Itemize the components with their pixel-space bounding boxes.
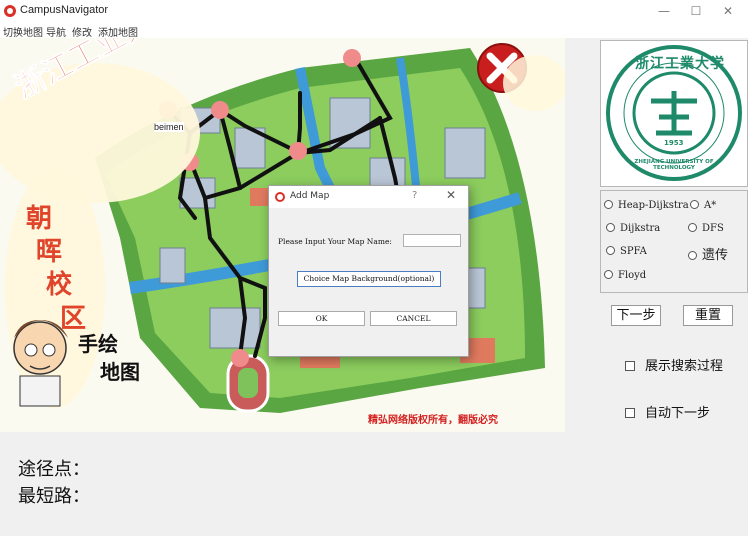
- radio-spfa[interactable]: SPFA: [606, 246, 647, 257]
- dialog-title: Add Map: [290, 191, 330, 201]
- map-name-prompt: Please Input Your Map Name:: [278, 237, 392, 246]
- choose-background-button[interactable]: Choice Map Background(optional): [297, 271, 441, 287]
- maximize-button[interactable]: ☐: [680, 0, 712, 23]
- cancel-button[interactable]: CANCEL: [370, 311, 457, 326]
- menu-navigate[interactable]: 导航: [46, 24, 66, 39]
- campus-char-2: 晖: [36, 237, 63, 267]
- window-title: CampusNavigator: [20, 4, 109, 16]
- radio-dot[interactable]: [606, 246, 615, 255]
- menu-bar: 切换地图 导航 修改 添加地图: [0, 23, 748, 39]
- logo-top-text: 浙江工業大学: [635, 56, 725, 72]
- radio-genetic[interactable]: 遗传: [688, 244, 728, 263]
- radio-dot[interactable]: [688, 223, 697, 232]
- main-window: CampusNavigator — ☐ ✕ 切换地图 导航 修改 添加地图 朝 …: [0, 0, 748, 536]
- radio-dot[interactable]: [690, 200, 699, 209]
- campus-char-3: 校: [46, 270, 73, 300]
- ok-button[interactable]: OK: [278, 311, 365, 326]
- menu-switch-map[interactable]: 切换地图: [3, 24, 43, 39]
- menu-add-map[interactable]: 添加地图: [98, 24, 138, 39]
- add-map-dialog: Add Map ? ✕ Please Input Your Map Name: …: [268, 185, 469, 357]
- map-name-input[interactable]: [403, 234, 461, 247]
- reset-button[interactable]: 重置: [683, 305, 733, 326]
- radio-dijkstra[interactable]: Dijkstra: [606, 223, 660, 234]
- radio-dot[interactable]: [688, 251, 697, 260]
- dialog-close-button[interactable]: ✕: [446, 188, 456, 202]
- logo-year: 1953: [664, 139, 684, 147]
- dialog-title-bar: Add Map ? ✕: [269, 186, 468, 208]
- result-panel: 途径点： 最短路：: [0, 432, 748, 536]
- radio-a-star[interactable]: A*: [690, 200, 716, 211]
- node-label-beimen: beimen: [154, 122, 184, 132]
- app-icon: [4, 5, 16, 17]
- radio-dot[interactable]: [606, 223, 615, 232]
- radio-dot[interactable]: [604, 200, 613, 209]
- next-step-button[interactable]: 下一步: [611, 305, 661, 326]
- waypoints-label: 途径点：: [18, 459, 90, 480]
- hand-drawn-label: 手绘: [78, 332, 118, 356]
- copyright-text: 精弘网络版权所有，翻版必究: [368, 415, 498, 426]
- radio-heap-dijkstra[interactable]: Heap-Dijkstra: [604, 200, 689, 211]
- radio-dot[interactable]: [604, 270, 613, 279]
- checkbox-box[interactable]: [625, 361, 635, 371]
- title-bar: CampusNavigator — ☐ ✕: [0, 0, 748, 23]
- help-button[interactable]: ?: [412, 190, 417, 201]
- menu-edit[interactable]: 修改: [72, 24, 92, 39]
- show-search-process-checkbox[interactable]: 展示搜索过程: [625, 355, 723, 374]
- dialog-app-icon: [275, 192, 285, 202]
- minimize-button[interactable]: —: [648, 0, 680, 23]
- radio-dfs[interactable]: DFS: [688, 223, 724, 234]
- shortest-path-label: 最短路：: [18, 486, 90, 507]
- university-logo: 浙江工業大学 ZHEJIANG UNIVERSITY OF TECHNOLOGY…: [600, 40, 748, 187]
- checkbox-box[interactable]: [625, 408, 635, 418]
- campus-char-1: 朝: [26, 204, 53, 234]
- map-word-label: 地图: [100, 360, 140, 384]
- auto-next-step-checkbox[interactable]: 自动下一步: [625, 402, 710, 421]
- radio-floyd[interactable]: Floyd: [604, 270, 646, 281]
- close-button[interactable]: ✕: [712, 0, 744, 23]
- logo-bottom-text: ZHEJIANG UNIVERSITY OF TECHNOLOGY: [634, 159, 714, 171]
